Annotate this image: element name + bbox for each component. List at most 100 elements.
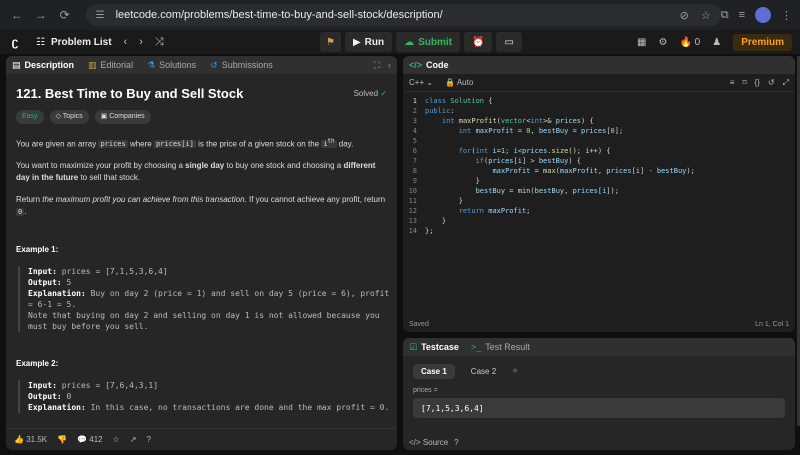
help-button[interactable]: ? (147, 435, 151, 444)
bookmark-icon[interactable]: ⌑ (742, 78, 746, 88)
url-text: leetcode.com/problems/best-time-to-buy-a… (115, 9, 443, 21)
format-icon[interactable]: ≡ (730, 78, 735, 88)
like-button[interactable]: 👍 31.5K (14, 435, 47, 444)
tab-test-result[interactable]: >_ Test Result (471, 342, 530, 352)
eye-off-icon[interactable]: ⊘ (680, 9, 689, 22)
notes-button[interactable]: ▭ (496, 32, 522, 52)
book-icon: ▥ (88, 59, 97, 70)
tab-testcase[interactable]: ☑ Testcase (409, 342, 459, 353)
dislike-button[interactable]: 👎 (57, 435, 67, 444)
submit-button[interactable]: ☁ Submit (396, 32, 461, 52)
tab-submissions-label: Submissions (221, 60, 273, 70)
output-value: 5 (61, 278, 72, 288)
source-label: Source (422, 437, 449, 447)
tab-solutions-label: Solutions (159, 60, 197, 70)
output-value: 0 (61, 392, 72, 402)
solved-label: Solved (353, 89, 379, 98)
code-editor[interactable]: 1 class Solution { 2 public: 3 int maxProf… (403, 92, 795, 236)
lock-icon: 🔒 (445, 78, 456, 87)
media-icon[interactable]: ≡ (739, 9, 745, 21)
text: where (127, 139, 154, 149)
text: day. (336, 139, 354, 149)
companies-label: Companies (109, 113, 145, 120)
document-icon: ▤ (12, 59, 21, 70)
forward-arrow-icon[interactable]: → (32, 6, 50, 24)
site-info-icon[interactable]: ☰ (96, 8, 110, 22)
play-icon: ▶ (352, 36, 361, 48)
solved-badge: Solved ✓ (354, 88, 387, 100)
code-header: </> Code (403, 56, 795, 74)
lock-icon: ▣ (100, 113, 108, 120)
description-panel: ▤ Description ▥ Editorial ⚗ Solutions ↺ … (6, 56, 397, 450)
example-1-block: Input: prices = [7,1,5,3,6,4] Output: 5 … (18, 266, 389, 333)
premium-button[interactable]: Premium (733, 33, 792, 51)
address-bar[interactable]: ☰ leetcode.com/problems/best-time-to-buy… (85, 4, 721, 26)
input-label: Input: (28, 381, 57, 391)
italic-text: the maximum profit you can achieve from … (42, 195, 245, 205)
braces-icon[interactable]: {} (755, 78, 760, 88)
inline-code: prices (98, 140, 128, 149)
layout-grid-icon[interactable]: ▦ (637, 37, 646, 48)
source-button[interactable]: </> Source (409, 438, 448, 447)
topics-tag[interactable]: ◇ Topics (49, 110, 89, 124)
expand-icon[interactable]: ⛶ (374, 60, 380, 71)
collapse-chevron-icon[interactable]: ‹ (388, 60, 391, 71)
text: to buy one stock and choosing a (224, 161, 344, 171)
note-icon: ▭ (504, 36, 514, 48)
language-select[interactable]: C++ ⌄ (409, 78, 433, 87)
share-button[interactable]: ↗ (130, 435, 137, 444)
back-arrow-icon[interactable]: ← (8, 6, 26, 24)
help-circle-icon[interactable]: ? (454, 438, 458, 447)
bold-text: single day (185, 161, 225, 171)
alarm-icon: ⏰ (472, 36, 485, 48)
example-2-block: Input: prices = [7,6,4,3,1] Output: 0 Ex… (18, 380, 389, 414)
autosave-toggle[interactable]: 🔒 Auto (445, 78, 473, 87)
input-label: Input: (28, 267, 57, 277)
companies-tag[interactable]: ▣ Companies (94, 110, 151, 124)
add-case-icon[interactable]: + (512, 366, 518, 377)
checkbox-icon: ☑ (409, 341, 418, 352)
tab-editorial[interactable]: ▥ Editorial (88, 60, 133, 71)
case-1-tab[interactable]: Case 1 (413, 364, 455, 379)
streak[interactable]: 🔥 0 (679, 37, 700, 48)
next-problem-icon[interactable]: › (139, 36, 143, 48)
code-icon: </> (409, 437, 421, 447)
cloud-upload-icon: ☁ (404, 36, 415, 48)
prev-problem-icon[interactable]: ‹ (124, 36, 128, 48)
thumbs-down-icon: 👎 (57, 435, 68, 444)
param-input[interactable]: [7,1,5,3,6,4] (413, 398, 785, 418)
tab-submissions[interactable]: ↺ Submissions (210, 60, 273, 71)
page-title[interactable]: 121. Best Time to Buy and Sell Stock (16, 87, 243, 100)
flame-icon: 🔥 (679, 36, 692, 48)
problem-list-button[interactable]: ☷ Problem List (36, 37, 112, 48)
leetcode-logo-icon[interactable]: ʗ (8, 35, 22, 49)
favorite-button[interactable]: ☆ (113, 435, 120, 444)
debug-button[interactable]: ⚑ (320, 32, 341, 52)
editor-status-bar: Saved Ln 1, Col 1 (403, 316, 795, 332)
testcase-tabs: ☑ Testcase >_ Test Result (403, 338, 795, 356)
testcase-panel: ☑ Testcase >_ Test Result Case 1 Case 2 + … (403, 338, 795, 450)
explanation-label: Explanation: (28, 403, 86, 413)
input-value: prices = [7,1,5,3,6,4] (56, 267, 168, 277)
example-1-title: Example 1: (16, 245, 59, 255)
shuffle-icon[interactable]: ⤨ (155, 36, 164, 49)
reset-icon[interactable]: ↺ (768, 78, 775, 88)
menu-kebab-icon[interactable]: ⋮ (781, 9, 792, 22)
tab-editorial-label: Editorial (100, 60, 134, 70)
run-button[interactable]: ▶ Run (344, 32, 393, 52)
fullscreen-icon[interactable]: ⤢ (783, 78, 789, 88)
bookmark-star-icon[interactable]: ☆ (701, 9, 711, 22)
comments-button[interactable]: 💬 412 (77, 435, 103, 444)
tab-description[interactable]: ▤ Description (12, 60, 74, 71)
check-circle-icon: ✓ (380, 89, 387, 98)
extensions-icon[interactable]: ⧉ (721, 9, 729, 22)
case-2-tab[interactable]: Case 2 (463, 364, 504, 379)
timer-button[interactable]: ⏰ (464, 32, 493, 52)
tab-solutions[interactable]: ⚗ Solutions (147, 60, 196, 71)
inline-code: prices[i] (153, 140, 196, 149)
streak-count: 0 (694, 36, 701, 48)
user-avatar-icon[interactable]: ♟ (712, 37, 721, 48)
reload-icon[interactable]: ⟳ (56, 6, 74, 24)
avatar[interactable] (755, 7, 771, 23)
settings-gear-icon[interactable]: ⚙ (658, 37, 667, 48)
